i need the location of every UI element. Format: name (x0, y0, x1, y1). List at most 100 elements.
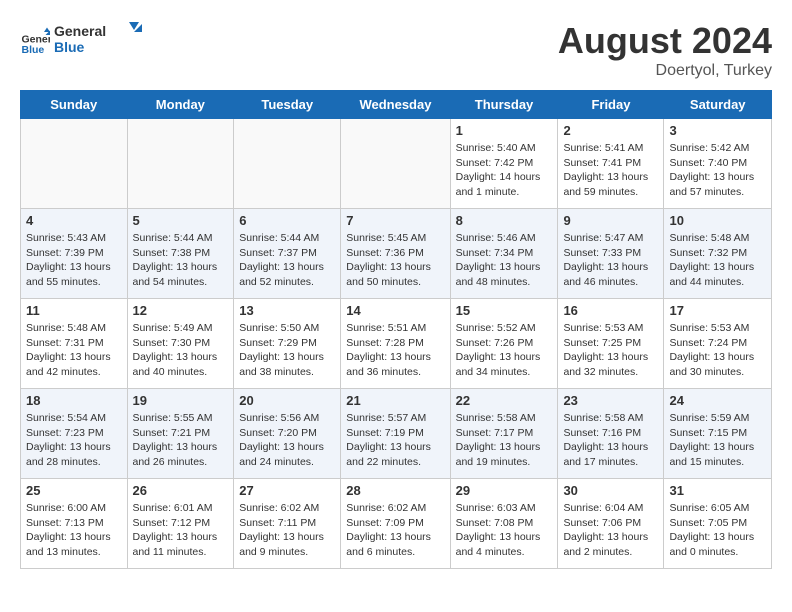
calendar-cell (21, 119, 128, 209)
week-row-3: 11Sunrise: 5:48 AMSunset: 7:31 PMDayligh… (21, 299, 772, 389)
calendar-body: 1 Sunrise: 5:40 AMSunset: 7:42 PMDaylight… (21, 119, 772, 569)
calendar-cell: 22 Sunrise: 5:58 AMSunset: 7:17 PMDayligh… (450, 389, 558, 479)
calendar-cell: 21 Sunrise: 5:57 AMSunset: 7:19 PMDayligh… (341, 389, 450, 479)
calendar-cell: 12 Sunrise: 5:49 AMSunset: 7:30 PMDayligh… (127, 299, 234, 389)
weekday-header-tuesday: Tuesday (234, 91, 341, 119)
calendar-cell: 24 Sunrise: 5:59 AMSunset: 7:15 PMDayligh… (664, 389, 772, 479)
day-info: Sunrise: 6:01 AMSunset: 7:12 PMDaylight:… (133, 501, 229, 560)
day-number: 21 (346, 393, 444, 408)
day-number: 9 (563, 213, 658, 228)
calendar-cell: 15Sunrise: 5:52 AMSunset: 7:26 PMDayligh… (450, 299, 558, 389)
day-number: 6 (239, 213, 335, 228)
day-number: 16 (563, 303, 658, 318)
day-number: 29 (456, 483, 553, 498)
day-info: Sunrise: 5:54 AMSunset: 7:23 PMDaylight:… (26, 411, 122, 470)
calendar-cell: 18 Sunrise: 5:54 AMSunset: 7:23 PMDayligh… (21, 389, 128, 479)
day-info: Sunrise: 5:43 AMSunset: 7:39 PMDaylight:… (26, 231, 122, 290)
calendar-cell: 5Sunrise: 5:44 AMSunset: 7:38 PMDaylight… (127, 209, 234, 299)
day-number: 24 (669, 393, 766, 408)
day-info: Sunrise: 6:02 AMSunset: 7:09 PMDaylight:… (346, 501, 444, 560)
day-number: 26 (133, 483, 229, 498)
logo-general-text: General Blue (54, 20, 144, 61)
day-info: Sunrise: 5:59 AMSunset: 7:15 PMDaylight:… (669, 411, 766, 470)
month-year-title: August 2024 (558, 20, 772, 62)
calendar-cell: 10 Sunrise: 5:48 AMSunset: 7:32 PMDayligh… (664, 209, 772, 299)
week-row-2: 4 Sunrise: 5:43 AMSunset: 7:39 PMDaylight… (21, 209, 772, 299)
day-number: 7 (346, 213, 444, 228)
weekday-header-row: SundayMondayTuesdayWednesdayThursdayFrid… (21, 91, 772, 119)
day-number: 14 (346, 303, 444, 318)
day-info: Sunrise: 5:50 AMSunset: 7:29 PMDaylight:… (239, 321, 335, 380)
day-info: Sunrise: 5:47 AMSunset: 7:33 PMDaylight:… (563, 231, 658, 290)
day-info: Sunrise: 5:53 AMSunset: 7:25 PMDaylight:… (563, 321, 658, 380)
day-info: Sunrise: 5:40 AMSunset: 7:42 PMDaylight:… (456, 141, 553, 200)
calendar-cell: 9 Sunrise: 5:47 AMSunset: 7:33 PMDaylight… (558, 209, 664, 299)
calendar-cell: 31Sunrise: 6:05 AMSunset: 7:05 PMDayligh… (664, 479, 772, 569)
weekday-header-saturday: Saturday (664, 91, 772, 119)
calendar-cell: 25Sunrise: 6:00 AMSunset: 7:13 PMDayligh… (21, 479, 128, 569)
weekday-header-wednesday: Wednesday (341, 91, 450, 119)
logo-icon: General Blue (20, 26, 50, 56)
day-info: Sunrise: 5:48 AMSunset: 7:32 PMDaylight:… (669, 231, 766, 290)
week-row-4: 18 Sunrise: 5:54 AMSunset: 7:23 PMDayligh… (21, 389, 772, 479)
day-number: 4 (26, 213, 122, 228)
day-number: 30 (563, 483, 658, 498)
day-number: 28 (346, 483, 444, 498)
day-info: Sunrise: 6:03 AMSunset: 7:08 PMDaylight:… (456, 501, 553, 560)
logo: General Blue General Blue (20, 20, 144, 61)
title-area: August 2024 Doertyol, Turkey (558, 20, 772, 80)
day-info: Sunrise: 6:04 AMSunset: 7:06 PMDaylight:… (563, 501, 658, 560)
day-number: 12 (133, 303, 229, 318)
calendar-cell: 26 Sunrise: 6:01 AMSunset: 7:12 PMDayligh… (127, 479, 234, 569)
calendar-cell: 17 Sunrise: 5:53 AMSunset: 7:24 PMDayligh… (664, 299, 772, 389)
day-number: 8 (456, 213, 553, 228)
day-info: Sunrise: 5:51 AMSunset: 7:28 PMDaylight:… (346, 321, 444, 380)
day-number: 1 (456, 123, 553, 138)
day-info: Sunrise: 5:58 AMSunset: 7:16 PMDaylight:… (563, 411, 658, 470)
location-subtitle: Doertyol, Turkey (558, 62, 772, 80)
day-info: Sunrise: 5:56 AMSunset: 7:20 PMDaylight:… (239, 411, 335, 470)
calendar-cell: 28 Sunrise: 6:02 AMSunset: 7:09 PMDayligh… (341, 479, 450, 569)
day-number: 25 (26, 483, 122, 498)
day-number: 15 (456, 303, 553, 318)
day-info: Sunrise: 5:57 AMSunset: 7:19 PMDaylight:… (346, 411, 444, 470)
day-info: Sunrise: 5:53 AMSunset: 7:24 PMDaylight:… (669, 321, 766, 380)
day-number: 10 (669, 213, 766, 228)
calendar-cell: 16 Sunrise: 5:53 AMSunset: 7:25 PMDayligh… (558, 299, 664, 389)
svg-text:Blue: Blue (54, 39, 85, 55)
calendar-cell: 11Sunrise: 5:48 AMSunset: 7:31 PMDayligh… (21, 299, 128, 389)
day-info: Sunrise: 5:58 AMSunset: 7:17 PMDaylight:… (456, 411, 553, 470)
day-number: 27 (239, 483, 335, 498)
calendar-cell: 8Sunrise: 5:46 AMSunset: 7:34 PMDaylight… (450, 209, 558, 299)
day-number: 13 (239, 303, 335, 318)
calendar-cell (234, 119, 341, 209)
calendar-cell: 6Sunrise: 5:44 AMSunset: 7:37 PMDaylight… (234, 209, 341, 299)
weekday-header-sunday: Sunday (21, 91, 128, 119)
calendar-cell (127, 119, 234, 209)
day-info: Sunrise: 5:48 AMSunset: 7:31 PMDaylight:… (26, 321, 122, 380)
day-number: 2 (563, 123, 658, 138)
calendar-cell (341, 119, 450, 209)
day-number: 23 (563, 393, 658, 408)
day-number: 18 (26, 393, 122, 408)
calendar-cell: 20 Sunrise: 5:56 AMSunset: 7:20 PMDayligh… (234, 389, 341, 479)
day-number: 19 (133, 393, 229, 408)
day-number: 20 (239, 393, 335, 408)
calendar-cell: 2Sunrise: 5:41 AMSunset: 7:41 PMDaylight… (558, 119, 664, 209)
page-header: General Blue General Blue August 2024 Do… (20, 20, 772, 80)
day-info: Sunrise: 5:44 AMSunset: 7:38 PMDaylight:… (133, 231, 229, 290)
calendar-cell: 27Sunrise: 6:02 AMSunset: 7:11 PMDayligh… (234, 479, 341, 569)
week-row-5: 25Sunrise: 6:00 AMSunset: 7:13 PMDayligh… (21, 479, 772, 569)
calendar-cell: 23 Sunrise: 5:58 AMSunset: 7:16 PMDayligh… (558, 389, 664, 479)
day-info: Sunrise: 5:42 AMSunset: 7:40 PMDaylight:… (669, 141, 766, 200)
calendar-cell: 30 Sunrise: 6:04 AMSunset: 7:06 PMDayligh… (558, 479, 664, 569)
day-info: Sunrise: 5:49 AMSunset: 7:30 PMDaylight:… (133, 321, 229, 380)
week-row-1: 1 Sunrise: 5:40 AMSunset: 7:42 PMDaylight… (21, 119, 772, 209)
calendar-cell: 14 Sunrise: 5:51 AMSunset: 7:28 PMDayligh… (341, 299, 450, 389)
day-number: 22 (456, 393, 553, 408)
day-number: 17 (669, 303, 766, 318)
day-info: Sunrise: 5:55 AMSunset: 7:21 PMDaylight:… (133, 411, 229, 470)
calendar-cell: 1 Sunrise: 5:40 AMSunset: 7:42 PMDaylight… (450, 119, 558, 209)
weekday-header-thursday: Thursday (450, 91, 558, 119)
svg-text:General: General (54, 23, 106, 39)
